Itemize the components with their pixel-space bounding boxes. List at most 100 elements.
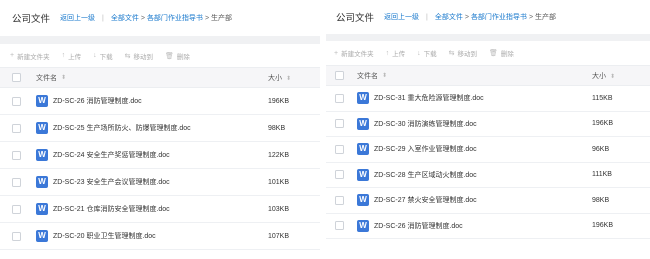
all-files-link[interactable]: 全部文件 (435, 12, 463, 22)
plus-icon: + (10, 52, 15, 59)
row-checkbox[interactable] (335, 119, 344, 129)
download-button[interactable]: ↓ 下载 (93, 51, 113, 61)
file-name[interactable]: ZD-SC-25 生产场所防火、防爆管理制度.doc (53, 123, 191, 133)
row-checkbox[interactable] (335, 221, 344, 231)
download-button[interactable]: ↓ 下载 (417, 48, 437, 59)
file-size: 115KB (592, 94, 613, 102)
word-doc-icon: W (357, 168, 369, 181)
file-name[interactable]: ZD-SC-20 职业卫生管理制度.doc (53, 231, 156, 241)
word-doc-icon: W (36, 122, 48, 134)
word-doc-icon: W (36, 176, 48, 188)
size-column-header[interactable]: 大小 ⬍ (592, 71, 650, 81)
row-checkbox[interactable] (12, 204, 21, 214)
table-row[interactable]: W ZD-SC-25 生产场所防火、防爆管理制度.doc 98KB (0, 115, 320, 142)
back-link[interactable]: 返回上一级 (60, 13, 95, 23)
file-size: 122KB (268, 151, 290, 159)
divider-band (326, 34, 650, 41)
file-size: 196KB (592, 120, 614, 128)
table-row[interactable]: W ZD-SC-29 入室作业管理制度.doc 96KB (326, 137, 650, 163)
word-doc-icon: W (357, 194, 369, 207)
folder-link[interactable]: 各部门作业指导书 (147, 13, 203, 23)
plus-icon: + (334, 49, 339, 57)
file-name[interactable]: ZD-SC-28 生产区域动火制度.doc (374, 170, 477, 180)
row-checkbox[interactable] (12, 150, 21, 160)
file-name[interactable]: ZD-SC-29 入室作业管理制度.doc (374, 144, 477, 154)
upload-icon: ↑ (385, 49, 390, 57)
file-name[interactable]: ZD-SC-23 安全生产会议管理制度.doc (53, 177, 170, 187)
word-doc-icon: W (357, 92, 369, 105)
table-row[interactable]: W ZD-SC-27 禁火安全管理制度.doc 98KB (326, 188, 650, 214)
divider-band (0, 36, 320, 44)
table-row[interactable]: W ZD-SC-31 重大危险源管理制度.doc 115KB (326, 86, 650, 112)
row-checkbox[interactable] (335, 144, 344, 154)
file-size: 107KB (268, 232, 290, 240)
row-checkbox[interactable] (335, 170, 344, 180)
word-doc-icon: W (36, 149, 48, 161)
table-row[interactable]: W ZD-SC-30 消防演练管理制度.doc 196KB (326, 112, 650, 137)
file-size: 98KB (592, 196, 610, 204)
file-name[interactable]: ZD-SC-24 安全生产奖惩管理制度.doc (53, 150, 170, 160)
select-all-checkbox[interactable] (12, 73, 21, 82)
file-name[interactable]: ZD-SC-27 禁火安全管理制度.doc (374, 195, 477, 205)
table-row[interactable]: W ZD-SC-28 生产区域动火制度.doc 111KB (326, 163, 650, 188)
word-doc-icon: W (357, 117, 369, 130)
breadcrumb-title: 公司文件 (336, 13, 375, 24)
file-name[interactable]: ZD-SC-26 消防管理制度.doc (374, 221, 463, 231)
name-column-header[interactable]: 文件名 ⬍ (357, 71, 592, 81)
all-files-link[interactable]: 全部文件 (111, 13, 139, 23)
row-checkbox[interactable] (12, 123, 21, 133)
new-folder-button[interactable]: + 新建文件夹 (334, 48, 374, 59)
delete-button[interactable]: 🗑 删除 (165, 51, 190, 61)
delete-button[interactable]: 🗑 删除 (489, 48, 514, 58)
breadcrumb-title: 公司文件 (12, 14, 51, 25)
name-column-header[interactable]: 文件名 ⬍ (36, 73, 268, 83)
row-checkbox[interactable] (335, 93, 344, 103)
file-list: W ZD-SC-26 消防管理制度.doc 196KB W ZD-SC-25 生产场… (0, 88, 320, 250)
breadcrumb-divider: | (426, 13, 428, 21)
table-row[interactable]: W ZD-SC-24 安全生产奖惩管理制度.doc 122KB (0, 142, 320, 169)
move-button[interactable]: ⇆ 移动到 (449, 48, 477, 58)
folder-link[interactable]: 各部门作业指导书 (471, 12, 527, 22)
row-checkbox[interactable] (12, 177, 21, 187)
breadcrumb: 公司文件 返回上一级 | 全部文件 > 各部门作业指导书 > 生产部 (0, 0, 320, 36)
row-checkbox[interactable] (335, 195, 344, 205)
breadcrumb-arrow-icon: > (464, 13, 469, 21)
table-row[interactable]: W ZD-SC-20 职业卫生管理制度.doc 107KB (0, 223, 320, 250)
table-row[interactable]: W ZD-SC-21 仓库消防安全管理制度.doc 103KB (0, 196, 320, 223)
back-link[interactable]: 返回上一级 (384, 12, 419, 22)
toolbar: + 新建文件夹 ↑ 上传 ↓ 下载 ⇆ 移动到 🗑 删除 (0, 44, 320, 67)
table-header: 文件名 ⬍ 大小 ⬍ (0, 67, 320, 88)
sort-icon: ⬍ (382, 73, 388, 79)
file-name[interactable]: ZD-SC-26 消防管理制度.doc (53, 96, 142, 106)
file-size: 98KB (268, 124, 286, 132)
table-header: 文件名 ⬍ 大小 ⬍ (326, 65, 650, 86)
table-row[interactable]: W ZD-SC-23 安全生产会议管理制度.doc 101KB (0, 169, 320, 196)
row-checkbox[interactable] (12, 231, 21, 241)
file-size: 101KB (268, 178, 290, 186)
new-folder-button[interactable]: + 新建文件夹 (10, 51, 50, 61)
word-doc-icon: W (36, 203, 48, 215)
upload-icon: ↑ (61, 52, 66, 59)
table-row[interactable]: W ZD-SC-26 消防管理制度.doc 196KB (0, 88, 320, 115)
sort-icon: ⬍ (610, 73, 616, 80)
word-doc-icon: W (36, 95, 48, 107)
move-button[interactable]: ⇆ 移动到 (125, 51, 153, 61)
file-name[interactable]: ZD-SC-30 消防演练管理制度.doc (374, 119, 477, 129)
file-size: 196KB (268, 97, 290, 105)
row-checkbox[interactable] (12, 96, 21, 106)
upload-button[interactable]: ↑ 上传 (385, 48, 406, 59)
breadcrumb-arrow-icon: > (140, 14, 145, 22)
breadcrumb-current: 生产部 (211, 15, 233, 22)
file-size: 196KB (592, 222, 614, 230)
file-list: W ZD-SC-31 重大危险源管理制度.doc 115KB W ZD-SC-30 … (326, 86, 650, 239)
left-file-panel: 公司文件 返回上一级 | 全部文件 > 各部门作业指导书 > 生产部 + 新建文件… (0, 0, 320, 259)
file-name[interactable]: ZD-SC-31 重大危险源管理制度.doc (374, 93, 484, 103)
table-row[interactable]: W ZD-SC-26 消防管理制度.doc 196KB (326, 214, 650, 239)
right-file-panel: 公司文件 返回上一级 | 全部文件 > 各部门作业指导书 > 生产部 + 新建文件… (326, 0, 650, 259)
breadcrumb: 公司文件 返回上一级 | 全部文件 > 各部门作业指导书 > 生产部 (326, 0, 650, 34)
toolbar: + 新建文件夹 ↑ 上传 ↓ 下载 ⇆ 移动到 🗑 删除 (326, 41, 650, 65)
file-name[interactable]: ZD-SC-21 仓库消防安全管理制度.doc (53, 204, 170, 214)
select-all-checkbox[interactable] (335, 71, 344, 80)
upload-button[interactable]: ↑ 上传 (62, 51, 82, 61)
size-column-header[interactable]: 大小 ⬍ (268, 73, 320, 83)
